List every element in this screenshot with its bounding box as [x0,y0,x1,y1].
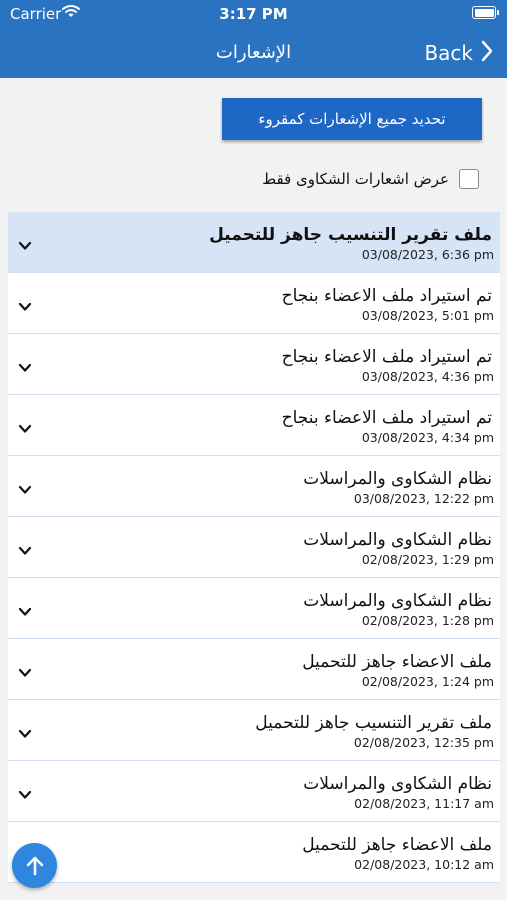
chevron-right-icon [481,40,493,66]
notification-title: تم استيراد ملف الاعضاء بنجاح [281,347,492,367]
scroll-to-top-button[interactable] [12,843,57,888]
notification-row[interactable]: ملف تقرير التنسيب جاهز للتحميل 02/08/2023… [8,700,500,761]
battery-icon [472,6,499,19]
notification-row[interactable]: ملف الاعضاء جاهز للتحميل 02/08/2023, 1:24… [8,639,500,700]
mark-all-read-button[interactable]: تحديد جميع الإشعارات كمقروء [222,98,482,140]
chevron-down-icon[interactable] [18,297,32,316]
chevron-down-icon[interactable] [18,541,32,560]
arrow-up-icon [26,856,43,875]
chevron-down-icon[interactable] [18,419,32,438]
notification-title: ملف تقرير التنسيب جاهز للتحميل [209,225,492,245]
notification-title: ملف الاعضاء جاهز للتحميل [302,835,492,855]
back-label: Back [424,41,473,65]
notification-title: نظام الشكاوى والمراسلات [303,591,492,611]
chevron-down-icon[interactable] [18,724,32,743]
notifications-list: ملف تقرير التنسيب جاهز للتحميل 03/08/2023… [8,212,500,883]
notification-title: نظام الشكاوى والمراسلات [303,774,492,794]
notification-row[interactable]: تم استيراد ملف الاعضاء بنجاح 03/08/2023, … [8,334,500,395]
notification-title: تم استيراد ملف الاعضاء بنجاح [281,408,492,428]
notification-date: 02/08/2023, 1:24 pm [361,674,494,689]
notification-date: 02/08/2023, 12:35 pm [353,735,494,750]
complaints-only-checkbox[interactable] [459,169,479,189]
notification-row[interactable]: نظام الشكاوى والمراسلات 02/08/2023, 1:29 … [8,517,500,578]
chevron-down-icon[interactable] [18,236,32,255]
notification-row[interactable]: نظام الشكاوى والمراسلات 02/08/2023, 1:28 … [8,578,500,639]
notification-date: 03/08/2023, 4:36 pm [361,369,494,384]
notification-title: ملف الاعضاء جاهز للتحميل [302,652,492,672]
notification-date: 02/08/2023, 11:17 am [354,796,494,811]
top-bar: Carrier 3:17 PM الإشعارات Back [0,0,507,78]
notification-row[interactable]: ملف تقرير التنسيب جاهز للتحميل 03/08/2023… [8,212,500,273]
notification-title: نظام الشكاوى والمراسلات [303,469,492,489]
notification-title: ملف تقرير التنسيب جاهز للتحميل [255,713,492,733]
notification-row[interactable]: نظام الشكاوى والمراسلات 03/08/2023, 12:22… [8,456,500,517]
notification-date: 03/08/2023, 4:34 pm [361,430,494,445]
back-button[interactable]: Back [424,38,493,68]
notification-date: 02/08/2023, 1:28 pm [361,613,494,628]
notification-row[interactable]: تم استيراد ملف الاعضاء بنجاح 03/08/2023, … [8,395,500,456]
chevron-down-icon[interactable] [18,602,32,621]
chevron-down-icon[interactable] [18,785,32,804]
notification-date: 02/08/2023, 1:29 pm [361,552,494,567]
notification-title: نظام الشكاوى والمراسلات [303,530,492,550]
notification-row[interactable]: تم استيراد ملف الاعضاء بنجاح 03/08/2023, … [8,273,500,334]
chevron-down-icon[interactable] [18,480,32,499]
notification-date: 03/08/2023, 5:01 pm [361,308,494,323]
complaints-filter-label: عرض اشعارات الشكاوى فقط [262,170,449,188]
notification-date: 03/08/2023, 12:22 pm [353,491,494,506]
chevron-down-icon[interactable] [18,358,32,377]
complaints-filter: عرض اشعارات الشكاوى فقط [262,167,479,191]
notification-row[interactable]: ملف الاعضاء جاهز للتحميل 02/08/2023, 10:1… [8,822,500,883]
notification-date: 02/08/2023, 10:12 am [354,857,494,872]
notification-row[interactable]: نظام الشكاوى والمراسلات 02/08/2023, 11:17… [8,761,500,822]
status-bar: Carrier 3:17 PM [0,0,507,28]
status-time: 3:17 PM [219,5,288,23]
chevron-down-icon[interactable] [18,663,32,682]
notification-date: 03/08/2023, 6:36 pm [361,247,494,262]
notification-title: تم استيراد ملف الاعضاء بنجاح [281,286,492,306]
